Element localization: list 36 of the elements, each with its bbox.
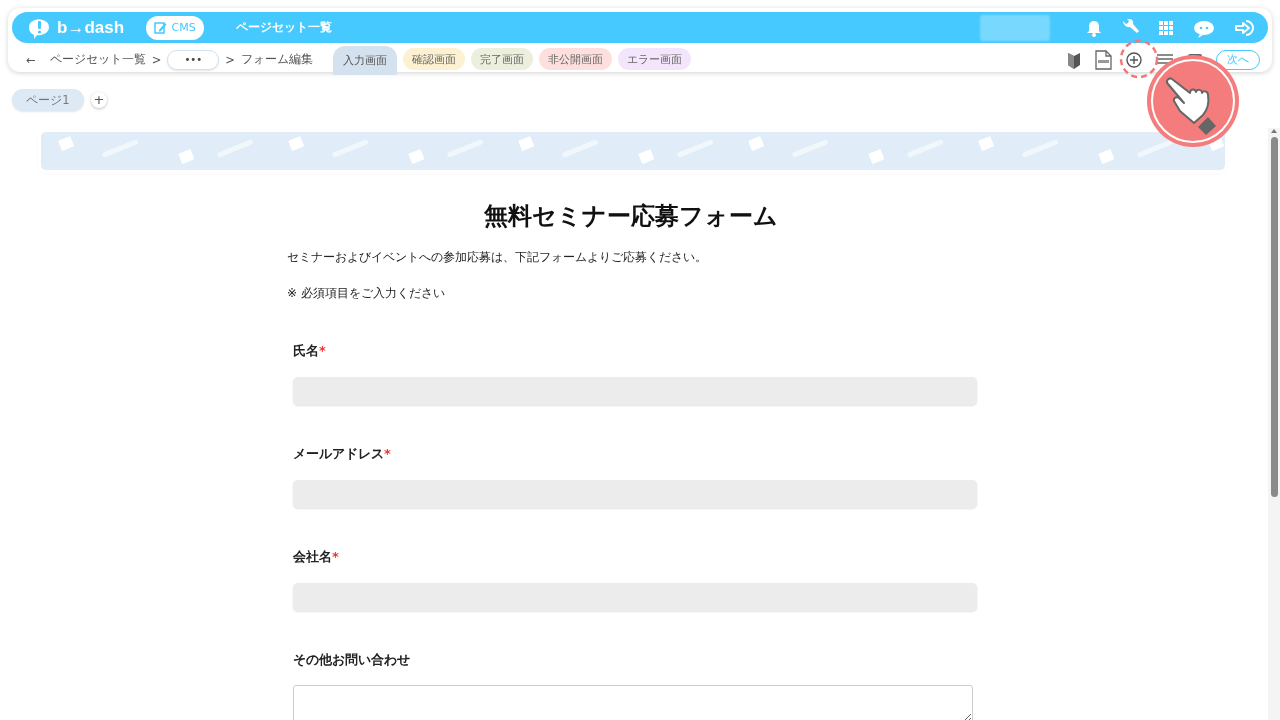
page-title: ページセット一覧 <box>236 19 333 36</box>
screen-tab[interactable]: エラー画面 <box>617 48 691 70</box>
form-title: 無料セミナー応募フォーム <box>483 201 779 232</box>
logout-icon[interactable] <box>1234 17 1256 38</box>
screen-tab[interactable]: 確認画面 <box>402 48 465 70</box>
blurred-user-info <box>980 14 1050 41</box>
scroll-up-icon[interactable] <box>1270 128 1278 134</box>
field-label: 氏名* <box>293 342 327 360</box>
add-page-button[interactable]: + <box>91 92 107 108</box>
required-mark: * <box>384 446 391 461</box>
required-mark: * <box>332 549 339 564</box>
field-label: メールアドレス* <box>293 445 392 463</box>
html-file-icon[interactable] <box>1094 49 1112 70</box>
scroll-thumb[interactable] <box>1270 137 1278 497</box>
required-note: ※ 必須項目をご入力ください <box>287 285 446 302</box>
breadcrumb-separator: > <box>151 52 162 67</box>
scrollbar[interactable] <box>1268 128 1280 720</box>
back-button[interactable]: ← <box>26 52 36 67</box>
grid-icon[interactable] <box>1158 19 1174 36</box>
required-mark: * <box>319 343 326 358</box>
screen-tab[interactable]: 非公開画面 <box>538 48 612 70</box>
field-label: その他お問い合わせ <box>293 651 411 669</box>
breadcrumb-link[interactable]: ページセット一覧 <box>49 52 146 67</box>
bell-icon[interactable] <box>1086 18 1102 37</box>
field-label: 会社名* <box>293 548 340 566</box>
dashed-highlight-tooltip <box>1118 38 1160 80</box>
breadcrumb-separator: > <box>225 52 235 67</box>
text-area[interactable] <box>293 685 973 720</box>
screen-tab[interactable]: 入力画面 <box>332 46 397 75</box>
screen-tab[interactable]: 完了画面 <box>470 48 533 70</box>
edit-icon <box>154 21 168 34</box>
breadcrumb-current: フォーム編集 <box>240 52 313 67</box>
page-tab[interactable]: ページ1 <box>12 89 84 111</box>
add-circle-icon[interactable] <box>1125 50 1143 69</box>
intro-text: セミナーおよびイベントへの参加応募は、下記フォームよりご応募ください。 <box>287 249 708 266</box>
more-button[interactable]: ••• <box>167 49 220 70</box>
